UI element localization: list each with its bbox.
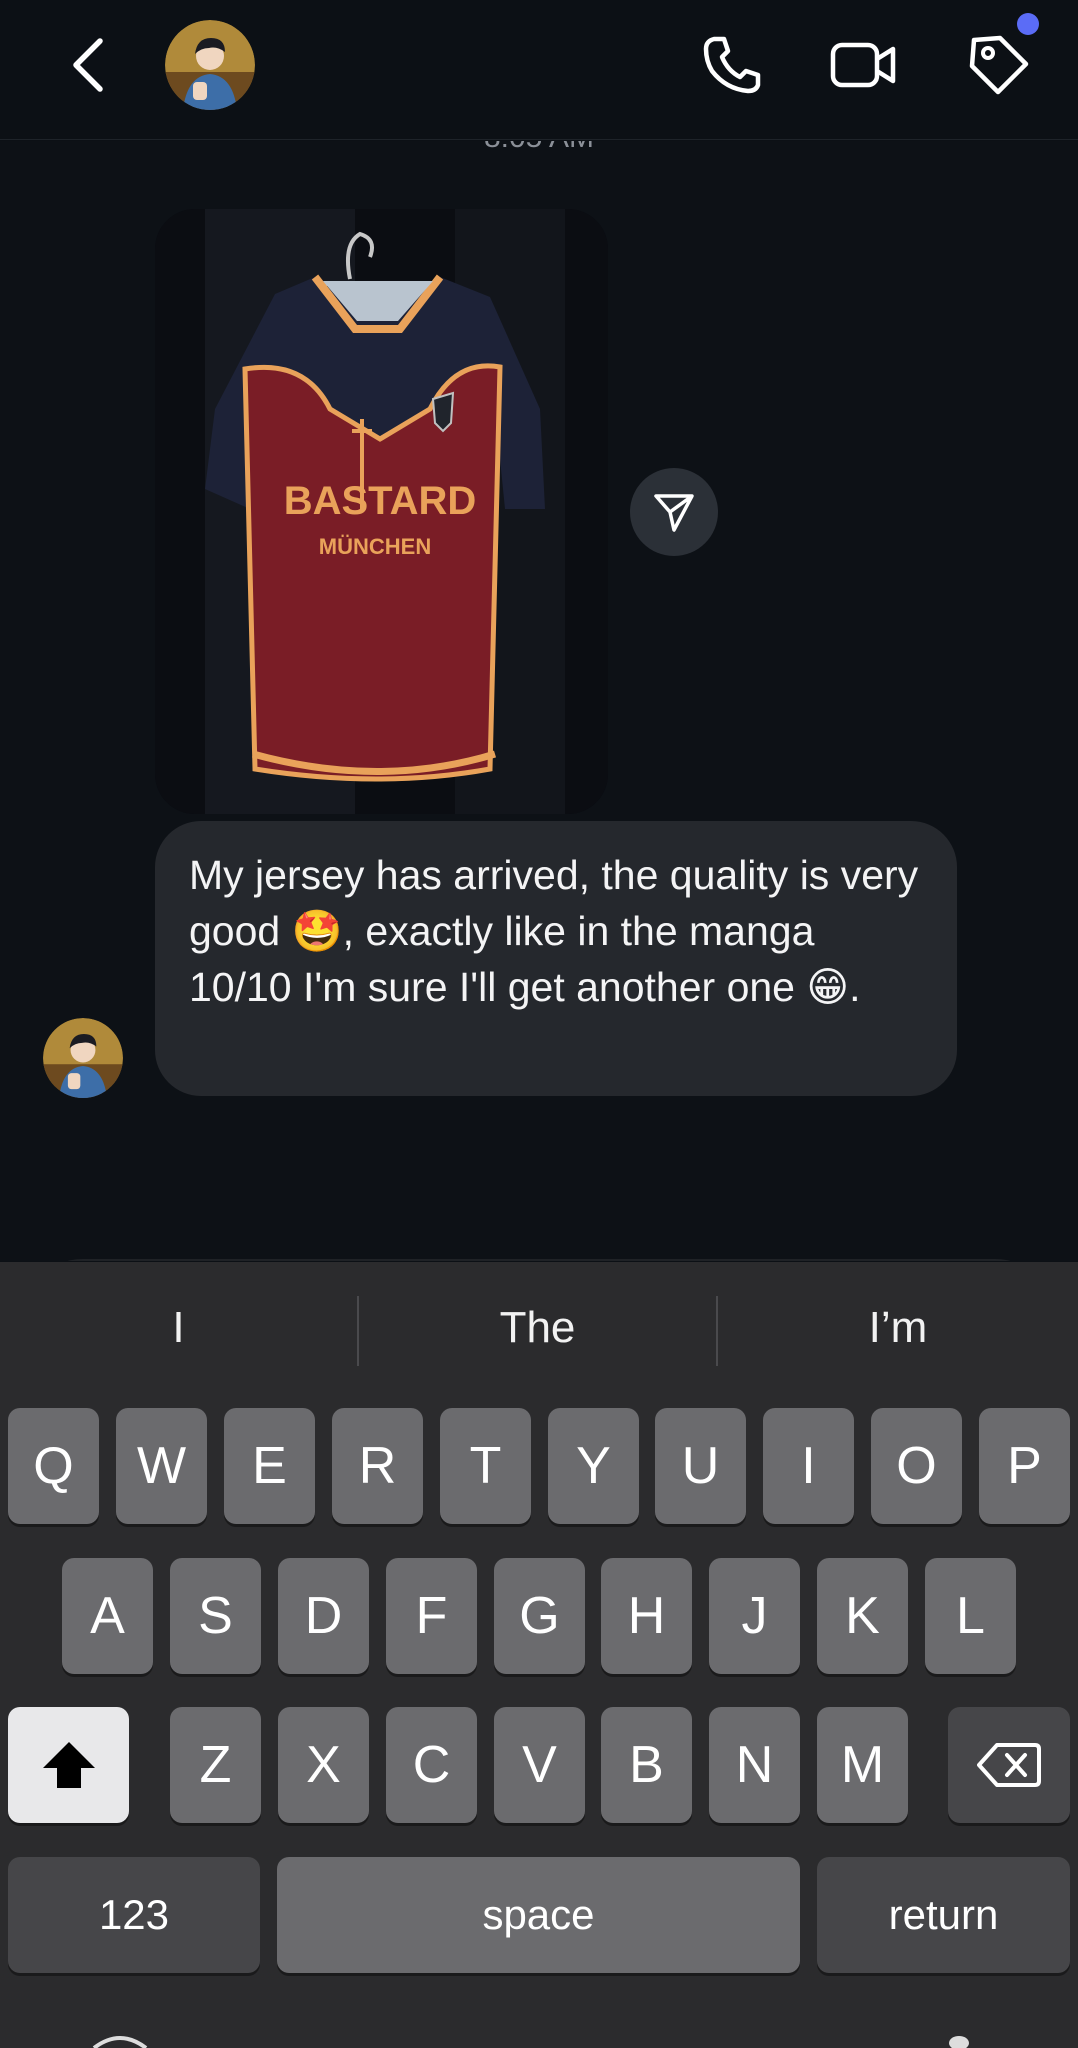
space-key[interactable]: space [277, 1857, 800, 1973]
keyboard: I The I’m Q W E R T Y U I O P A S D F G … [0, 1262, 1078, 2048]
phone-icon [703, 36, 761, 94]
chat-header [0, 0, 1078, 140]
key-n[interactable]: N [709, 1707, 800, 1823]
chevron-left-icon [73, 38, 103, 92]
key-v[interactable]: V [494, 1707, 585, 1823]
tag-icon [969, 35, 1029, 95]
numbers-key[interactable]: 123 [8, 1857, 260, 1973]
key-y[interactable]: Y [548, 1408, 639, 1524]
prediction-3[interactable]: I’m [718, 1292, 1078, 1364]
notification-dot [1017, 13, 1039, 35]
shift-arrow-icon [42, 1742, 95, 1788]
key-o[interactable]: O [871, 1408, 962, 1524]
return-key[interactable]: return [817, 1857, 1070, 1973]
message-bubble[interactable]: My jersey has arrived, the quality is ve… [155, 821, 957, 1096]
key-i[interactable]: I [763, 1408, 854, 1524]
key-p[interactable]: P [979, 1408, 1070, 1524]
video-call-button[interactable] [829, 30, 899, 100]
key-w[interactable]: W [116, 1408, 207, 1524]
chat-thread: 8:05 AM BASTARD MÜNCHEN My jersey [0, 141, 1078, 1261]
message-text: My jersey has arrived, the quality is ve… [189, 852, 919, 1010]
key-r[interactable]: R [332, 1408, 423, 1524]
key-j[interactable]: J [709, 1558, 800, 1674]
key-x[interactable]: X [278, 1707, 369, 1823]
photo-message[interactable]: BASTARD MÜNCHEN [155, 209, 608, 814]
key-e[interactable]: E [224, 1408, 315, 1524]
prediction-2[interactable]: The [359, 1292, 716, 1364]
key-t[interactable]: T [440, 1408, 531, 1524]
prediction-1[interactable]: I [0, 1292, 357, 1364]
emoji-icon[interactable] [90, 2032, 150, 2048]
key-z[interactable]: Z [170, 1707, 261, 1823]
backspace-key[interactable] [948, 1707, 1070, 1823]
dictation-icon[interactable] [946, 2034, 972, 2048]
jersey-text-bottom: MÜNCHEN [319, 534, 431, 559]
key-u[interactable]: U [655, 1408, 746, 1524]
key-q[interactable]: Q [8, 1408, 99, 1524]
key-s[interactable]: S [170, 1558, 261, 1674]
key-k[interactable]: K [817, 1558, 908, 1674]
message-timestamp: 8:05 AM [0, 141, 1078, 155]
key-g[interactable]: G [494, 1558, 585, 1674]
key-a[interactable]: A [62, 1558, 153, 1674]
key-d[interactable]: D [278, 1558, 369, 1674]
back-button[interactable] [60, 30, 116, 100]
key-b[interactable]: B [601, 1707, 692, 1823]
key-f[interactable]: F [386, 1558, 477, 1674]
key-l[interactable]: L [925, 1558, 1016, 1674]
share-button[interactable] [630, 468, 718, 556]
key-c[interactable]: C [386, 1707, 477, 1823]
call-button[interactable] [697, 30, 767, 100]
sender-avatar[interactable] [43, 1018, 123, 1098]
send-icon [654, 494, 694, 532]
contact-avatar[interactable] [165, 20, 255, 110]
video-camera-icon [830, 42, 896, 88]
prediction-bar: I The I’m [0, 1262, 1078, 1402]
tag-button[interactable] [964, 30, 1034, 100]
backspace-icon [977, 1743, 1041, 1787]
shift-key[interactable] [8, 1707, 129, 1823]
message-composer [22, 1259, 1056, 1261]
key-m[interactable]: M [817, 1707, 908, 1823]
key-h[interactable]: H [601, 1558, 692, 1674]
jersey-text-top: BASTARD [284, 479, 477, 523]
jersey-photo: BASTARD MÜNCHEN [155, 209, 608, 814]
